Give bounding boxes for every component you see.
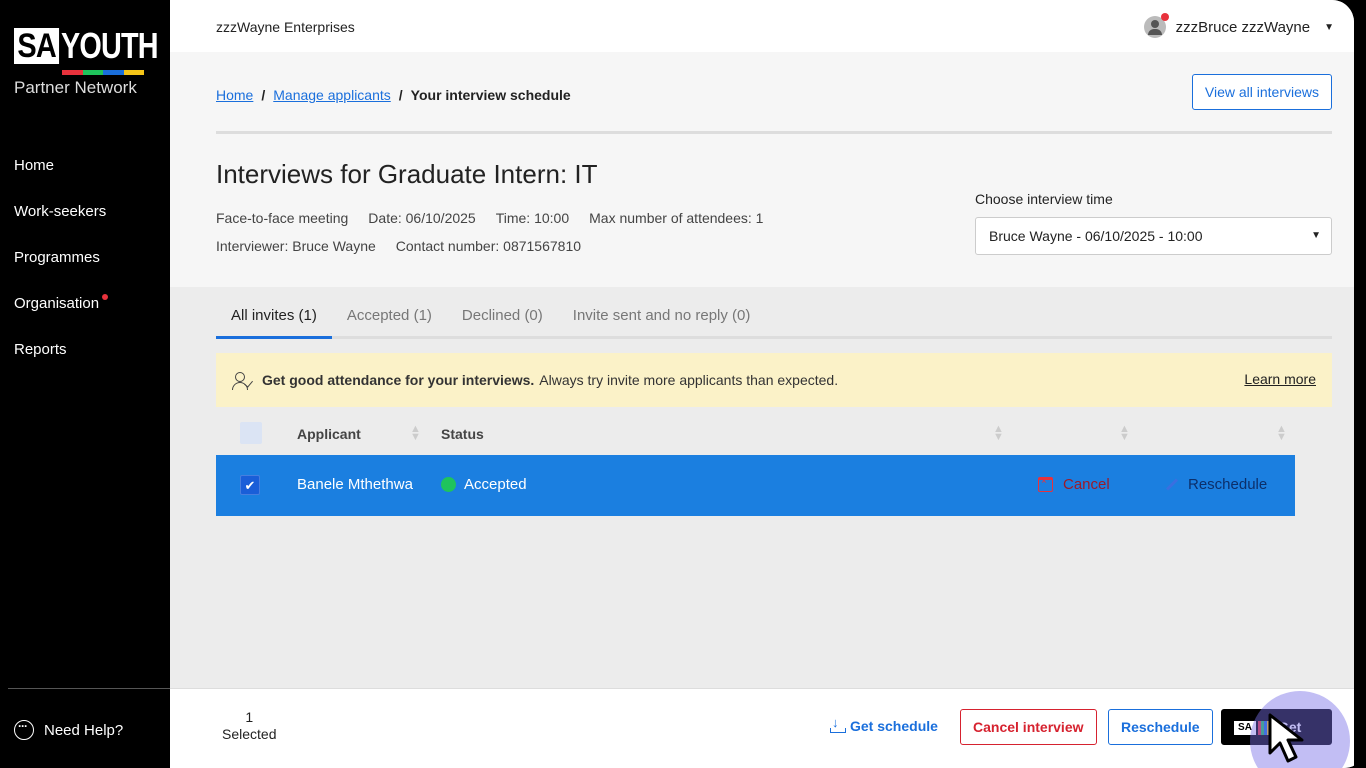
get-schedule-label: Get schedule	[850, 718, 938, 734]
top-bar: zzzWayne Enterprises zzzBruce zzzWayne ▼	[170, 0, 1354, 52]
applicants-table: Applicant ▲ ▼ Status ▲ ▼ ▲ ▼ ▲ ▼ ✔ Banele Mt…	[216, 413, 1332, 516]
breadcrumb: Home / Manage applicants / Your interview sc…	[216, 87, 571, 103]
tab-declined[interactable]: Declined (0)	[447, 307, 558, 339]
breadcrumb-manage-link[interactable]: Manage applicants	[273, 87, 391, 103]
sidebar-item-home[interactable]: Home	[14, 155, 108, 201]
interviewer: Interviewer: Bruce Wayne	[216, 238, 376, 254]
brand-bars-icon	[1258, 721, 1270, 736]
company-name: zzzWayne Enterprises	[216, 19, 355, 35]
sidebar: SA YOUTH Partner Network Home Work-seeke…	[0, 0, 170, 768]
banner-bold-text: Get good attendance for your interviews.	[262, 372, 535, 388]
action-footer: 1 Selected Get schedule Cancel interview…	[170, 688, 1354, 768]
sidebar-item-work-seekers[interactable]: Work-seekers	[14, 201, 108, 247]
avatar-icon	[1143, 13, 1169, 38]
need-help-label: Need Help?	[44, 721, 124, 739]
user-menu[interactable]: zzzBruce zzzWayne ▼	[1143, 13, 1334, 38]
pencil-icon	[1164, 478, 1178, 492]
table-row[interactable]: ✔ Banele Mthethwa Accepted Cancel Resche…	[216, 455, 1295, 516]
header-divider	[216, 131, 1332, 134]
status-text: Accepted	[464, 476, 527, 493]
sidebar-item-label: Organisation	[14, 295, 100, 312]
notification-dot	[1160, 13, 1169, 21]
interview-date: Date: 06/10/2025	[368, 210, 476, 226]
interview-meta-line-2: Interviewer: Bruce Wayne Contact number: …	[216, 238, 601, 254]
app-frame: SA YOUTH Partner Network Home Work-seeke…	[0, 0, 1366, 768]
tab-accepted[interactable]: Accepted (1)	[332, 307, 447, 339]
banner-text: Always try invite more applicants than e…	[539, 372, 839, 388]
learn-more-link[interactable]: Learn more	[1244, 371, 1316, 387]
column-header-status[interactable]: Status	[441, 426, 484, 442]
selected-count: 1 Selected	[222, 709, 276, 743]
sa-logo-icon: SA	[1234, 721, 1256, 736]
cancel-action[interactable]: Cancel	[1038, 476, 1110, 493]
selected-number: 1	[245, 709, 254, 725]
caret-down-icon: ▼	[1311, 230, 1321, 241]
row-checkbox[interactable]: ✔	[240, 475, 260, 495]
applicant-name[interactable]: Banele Mthethwa	[297, 476, 413, 493]
view-all-interviews-button[interactable]: View all interviews	[1191, 74, 1332, 110]
main-content: zzzWayne Enterprises zzzBruce zzzWayne ▼…	[170, 0, 1354, 768]
tab-all-invites[interactable]: All invites (1)	[216, 307, 332, 339]
download-icon	[830, 715, 846, 733]
reschedule-action[interactable]: Reschedule	[1164, 476, 1267, 493]
user-check-icon	[232, 371, 254, 390]
sort-icon[interactable]: ▲ ▼	[993, 424, 1004, 443]
breadcrumb-home-link[interactable]: Home	[216, 87, 253, 103]
attendance-tip-banner: Get good attendance for your interviews.…	[216, 353, 1332, 407]
select-all-checkbox[interactable]	[240, 422, 262, 444]
sa-youth-logo[interactable]: SA YOUTH Partner Network	[14, 28, 159, 97]
sidebar-item-organisation[interactable]: Organisation	[14, 293, 109, 339]
sidebar-divider	[8, 688, 170, 689]
reschedule-button[interactable]: Reschedule	[1108, 709, 1213, 745]
get-cv-button[interactable]: SA Get CV	[1221, 709, 1332, 768]
sort-icon[interactable]: ▲ ▼	[1119, 424, 1130, 443]
breadcrumb-current: Your interview schedule	[410, 87, 571, 103]
chat-bubble-icon	[14, 719, 34, 740]
page-title: Interviews for Graduate Intern: IT	[216, 159, 598, 189]
choose-time-label: Choose interview time	[975, 191, 1113, 207]
max-attendees: Max number of attendees: 1	[589, 210, 764, 226]
logo-color-bar	[62, 70, 144, 75]
meeting-type: Face-to-face meeting	[216, 210, 349, 226]
interview-meta-line-1: Face-to-face meeting Date: 06/10/2025 Time…	[216, 210, 783, 226]
status-dot	[441, 477, 456, 492]
notification-dot	[102, 294, 109, 300]
sort-icon[interactable]: ▲ ▼	[410, 424, 421, 443]
calendar-cancel-icon	[1038, 476, 1053, 492]
user-name: zzzBruce zzzWayne	[1175, 18, 1311, 36]
need-help-button[interactable]: Need Help?	[14, 719, 124, 740]
sidebar-item-programmes[interactable]: Programmes	[14, 247, 108, 293]
breadcrumb-separator: /	[261, 87, 266, 103]
sort-icon[interactable]: ▲ ▼	[1276, 424, 1287, 443]
sidebar-nav: Home Work-seekers Programmes Organisatio…	[14, 155, 109, 385]
selected-label: Selected	[222, 726, 277, 742]
contact-number: Contact number: 0871567810	[395, 238, 582, 254]
table-header: Applicant ▲ ▼ Status ▲ ▼ ▲ ▼ ▲ ▼	[216, 413, 1332, 455]
column-header-applicant[interactable]: Applicant	[297, 426, 361, 442]
get-schedule-button[interactable]: Get schedule	[830, 715, 938, 734]
breadcrumb-separator: /	[398, 87, 403, 103]
sidebar-item-reports[interactable]: Reports	[14, 339, 108, 385]
interview-time-select[interactable]: Bruce Wayne - 06/10/2025 - 10:00 ▼	[975, 217, 1332, 255]
tab-no-reply[interactable]: Invite sent and no reply (0)	[558, 307, 766, 339]
cancel-label: Cancel	[1063, 476, 1110, 493]
logo-subtitle: Partner Network	[14, 78, 137, 97]
selected-time-value: Bruce Wayne - 06/10/2025 - 10:00	[989, 228, 1203, 244]
caret-down-icon: ▼	[1324, 21, 1334, 33]
interview-time: Time: 10:00	[495, 210, 570, 226]
invite-tabs: All invites (1) Accepted (1) Declined (0…	[216, 307, 1332, 339]
logo-youth-text: YOUTH	[61, 25, 159, 66]
page-header: Home / Manage applicants / Your interview sc…	[170, 52, 1354, 287]
reschedule-label: Reschedule	[1188, 476, 1268, 493]
status-cell: Accepted	[441, 476, 527, 493]
logo-sa-text: SA	[14, 28, 60, 64]
cancel-interview-button[interactable]: Cancel interview	[960, 709, 1097, 745]
